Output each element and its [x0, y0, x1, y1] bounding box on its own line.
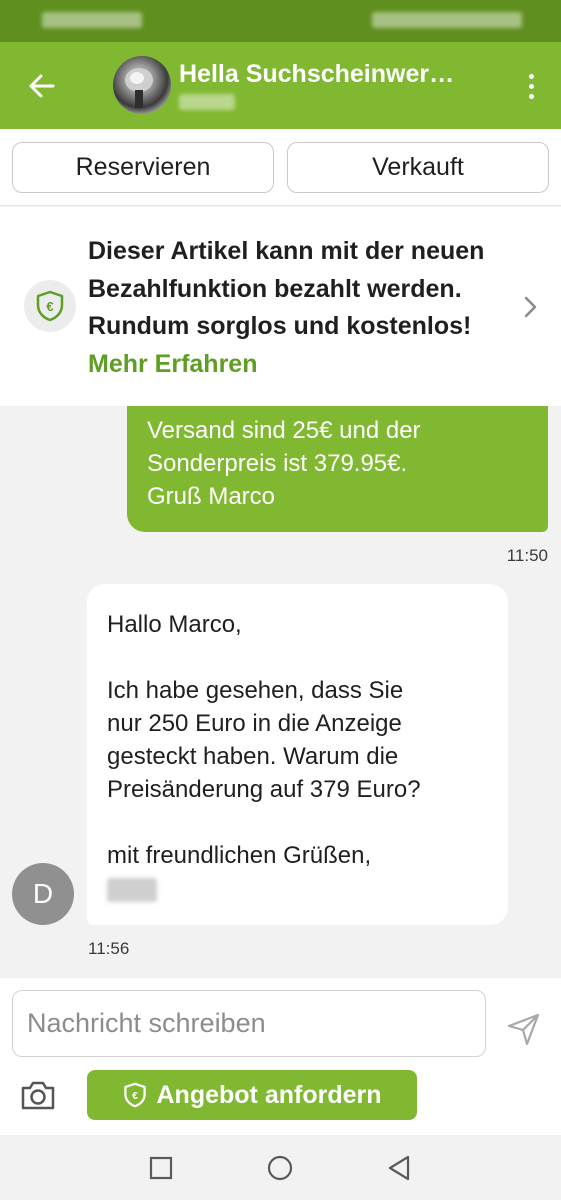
chevron-right-icon — [524, 296, 537, 318]
square-icon[interactable] — [147, 1154, 175, 1182]
chat-messages[interactable]: Versand sind 25€ und der Sonderpreis ist… — [0, 406, 561, 978]
banner-message: Dieser Artikel kann mit der neuen Bezahl… — [88, 237, 485, 340]
request-offer-button[interactable]: € Angebot anfordern — [87, 1070, 417, 1120]
message-closing: mit freundlichen Grüßen, — [107, 842, 372, 869]
svg-text:€: € — [132, 1091, 138, 1102]
circle-icon[interactable] — [266, 1154, 294, 1182]
sender-avatar[interactable]: D — [12, 863, 74, 925]
payment-info-banner[interactable]: € Dieser Artikel kann mit der neuen Beza… — [0, 207, 561, 406]
system-navigation-bar — [0, 1135, 561, 1200]
listing-avatar[interactable] — [113, 56, 171, 114]
euro-shield-icon: € — [123, 1082, 146, 1108]
banner-text: Dieser Artikel kann mit der neuen Bezahl… — [88, 233, 488, 383]
action-bar: Reservieren Verkauft — [0, 129, 561, 206]
request-offer-label: Angebot anfordern — [156, 1080, 382, 1109]
send-icon[interactable] — [503, 1008, 543, 1048]
message-timestamp: 11:50 — [506, 546, 548, 565]
status-bar — [0, 0, 561, 42]
message-greeting: Hallo Marco, — [107, 611, 242, 638]
top-app-bar: Hella Suchscheinwer… — [0, 42, 561, 129]
message-composer: € Angebot anfordern — [0, 978, 561, 1135]
back-button[interactable] — [22, 66, 62, 106]
arrow-left-icon — [29, 74, 55, 98]
message-line: Gruß Marco — [147, 483, 276, 510]
more-options-button[interactable] — [519, 68, 543, 104]
triangle-back-icon[interactable] — [385, 1154, 413, 1182]
listing-image — [125, 68, 153, 108]
status-bar-left-redacted — [42, 12, 142, 28]
svg-text:€: € — [46, 299, 53, 314]
camera-icon[interactable] — [18, 1075, 58, 1115]
status-bar-right-redacted — [372, 12, 522, 28]
euro-shield-icon: € — [24, 280, 76, 332]
outgoing-message[interactable]: Versand sind 25€ und der Sonderpreis ist… — [127, 406, 548, 532]
message-line: Preisänderung auf 379 Euro? — [107, 776, 421, 803]
incoming-message[interactable]: Hallo Marco, Ich habe gesehen, dass Sie … — [87, 584, 508, 925]
message-line: Sonderpreis ist 379.95€. — [147, 450, 408, 477]
message-input[interactable] — [12, 990, 486, 1057]
chat-title[interactable]: Hella Suchscheinwer… — [179, 60, 454, 89]
more-vertical-icon — [528, 73, 534, 79]
message-line: gesteckt haben. Warum die — [107, 743, 399, 770]
more-info-link[interactable]: Mehr Erfahren — [88, 350, 257, 378]
message-line: nur 250 Euro in die Anzeige — [107, 710, 402, 737]
reserve-button[interactable]: Reservieren — [12, 142, 274, 193]
chat-subtitle-redacted — [179, 94, 235, 110]
sender-name-redacted — [107, 878, 157, 902]
message-timestamp: 11:56 — [88, 939, 130, 958]
message-line: Ich habe gesehen, dass Sie — [107, 677, 404, 704]
sold-button[interactable]: Verkauft — [287, 142, 549, 193]
message-line: Versand sind 25€ und der — [147, 417, 421, 444]
